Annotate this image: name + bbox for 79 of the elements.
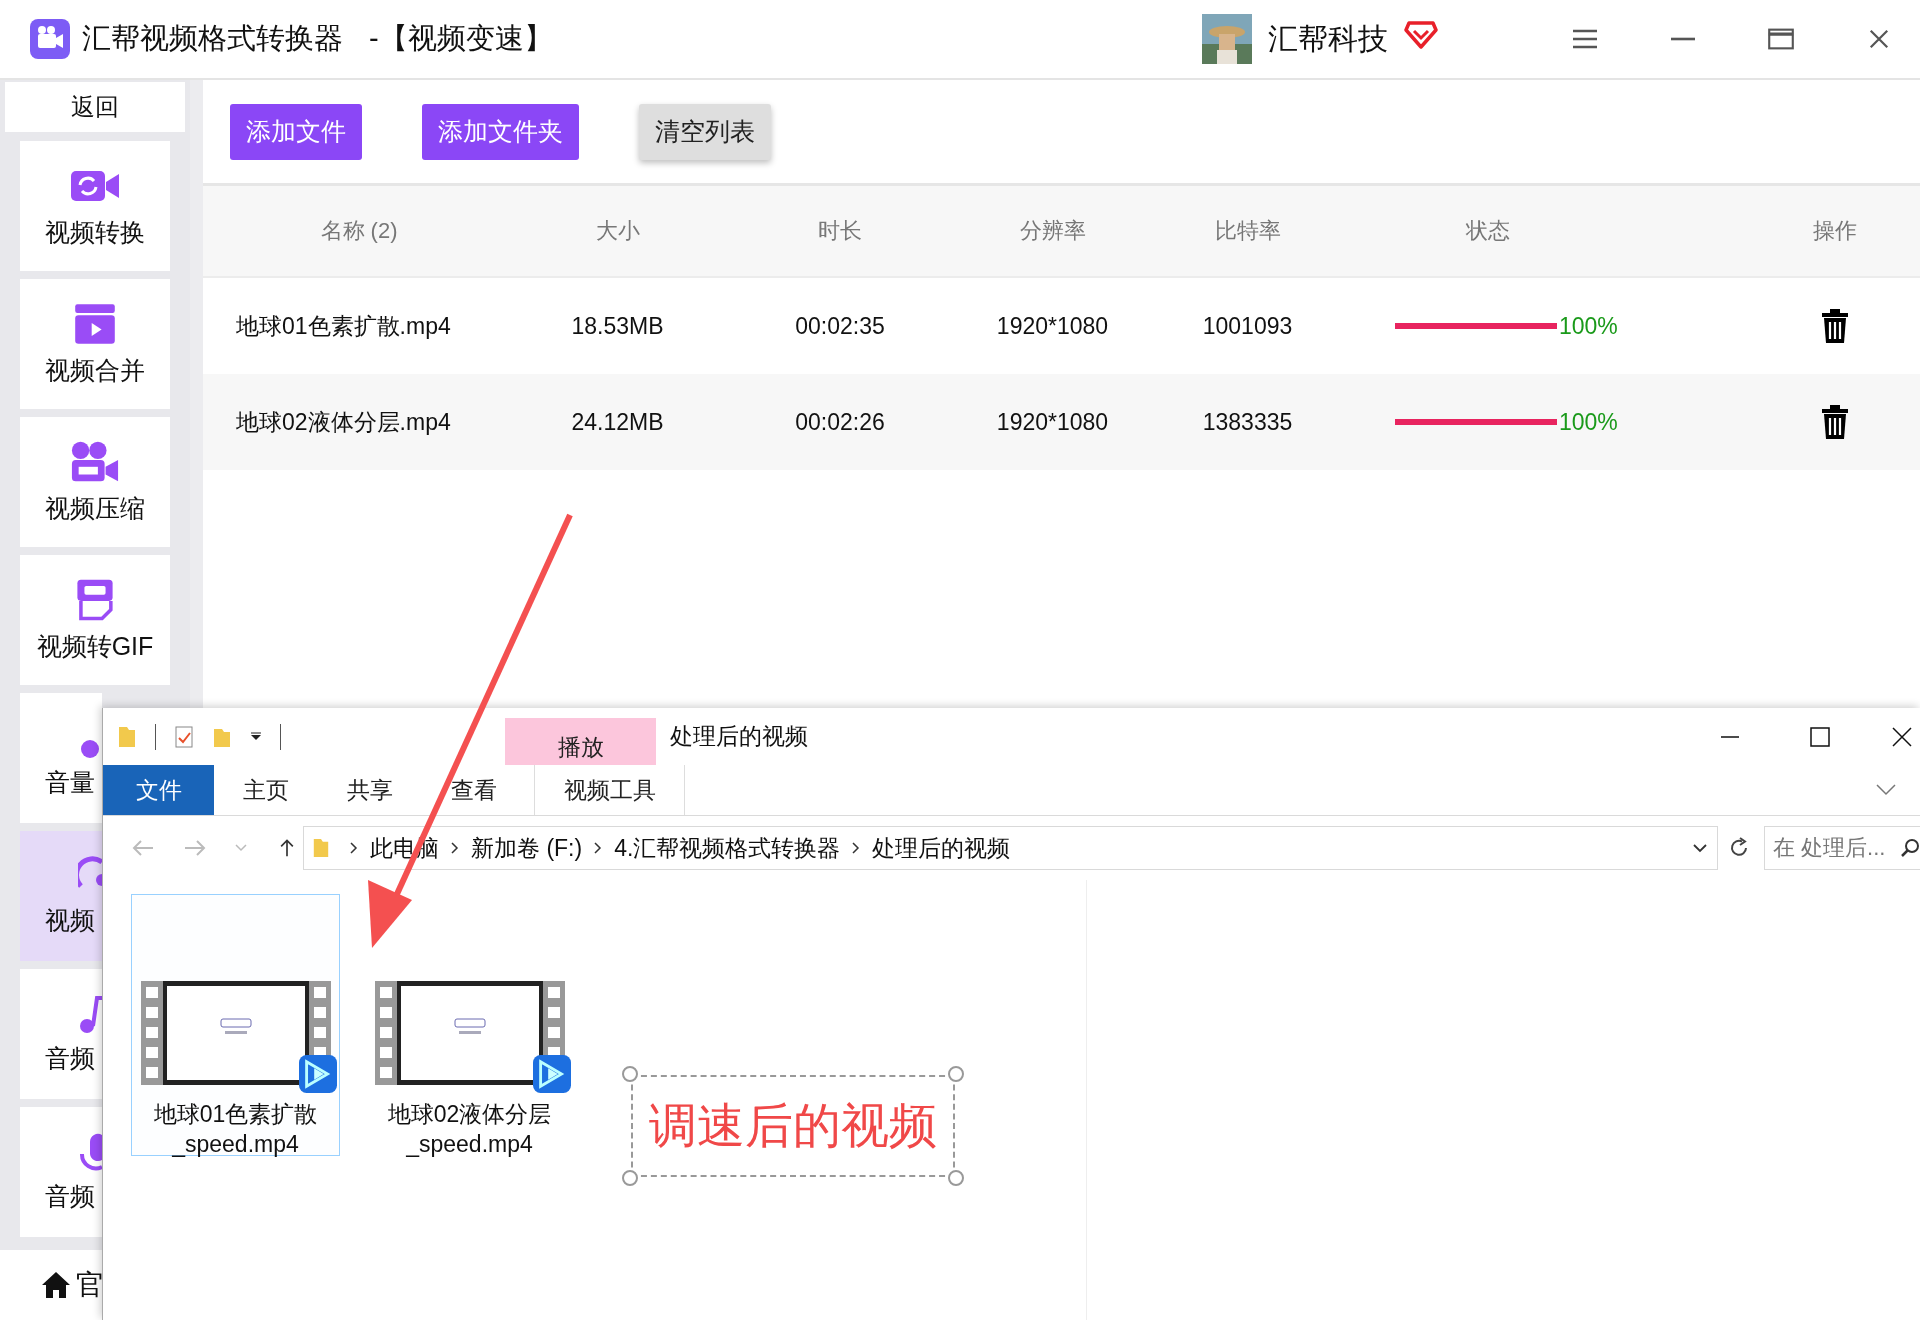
search-field[interactable]: 在 处理后...	[1764, 826, 1920, 870]
table-cell-text: 24.12MB	[570, 408, 665, 436]
column-header: 操作	[1811, 217, 1858, 245]
column-header: 时长	[817, 217, 863, 245]
sidebar-item[interactable]: 视频	[20, 831, 102, 961]
table-cell-text: 地球02液体分层.mp4	[235, 407, 452, 437]
maximize-icon[interactable]	[1768, 28, 1794, 50]
back-button[interactable]: 返回	[5, 82, 185, 132]
window-subtitle: -【视频变速】	[369, 21, 553, 56]
video-thumbnail-icon	[140, 981, 331, 1085]
toolbar-button[interactable]: 添加文件夹	[422, 103, 579, 160]
table-cell-text: 1001093	[1201, 312, 1294, 340]
breadcrumb[interactable]: 4.汇帮视频格式转换器	[614, 832, 841, 864]
movie-camera-icon	[70, 439, 120, 484]
table-cell-text: 1383335	[1201, 408, 1294, 436]
breadcrumb[interactable]: 新加卷 (F:)	[471, 832, 583, 864]
table-cell-text: 00:02:35	[794, 312, 886, 340]
file-item[interactable]: 地球02液体分层 _speed.mp4	[365, 894, 574, 1156]
sidebar-item[interactable]: 音量	[20, 693, 102, 823]
ribbon-tab[interactable]: 查看	[422, 765, 526, 815]
annotation-text: 调速后的视频	[649, 1098, 937, 1154]
toolbar-button[interactable]: 添加文件	[230, 103, 362, 160]
sidebar-item[interactable]: 视频转GIF	[20, 555, 170, 685]
context-tab-header: 播放	[505, 718, 656, 765]
folder-icon	[312, 837, 330, 859]
table-cell-text: 00:02:26	[794, 408, 886, 436]
close-icon[interactable]	[1892, 726, 1912, 747]
progress-text: 100%	[1559, 408, 1618, 436]
home-link[interactable]: 官	[76, 1266, 104, 1304]
properties-icon[interactable]	[174, 724, 194, 749]
chevron-right-icon	[451, 842, 459, 854]
resize-handle[interactable]	[622, 1066, 638, 1082]
chevron-down-icon[interactable]	[1693, 843, 1707, 853]
app-logo-icon	[30, 19, 70, 59]
home-icon	[40, 1270, 72, 1300]
chevron-right-icon	[594, 842, 603, 854]
sidebar-item[interactable]: 视频合并	[20, 279, 170, 409]
file-item[interactable]: 地球01色素扩散 _speed.mp4	[131, 894, 340, 1156]
table-cell-text: 18.53MB	[570, 312, 665, 340]
toolbar-button[interactable]: 清空列表	[639, 103, 771, 160]
table-cell-text: 1920*1080	[995, 312, 1110, 340]
trash-icon[interactable]	[1820, 309, 1849, 343]
resize-handle[interactable]	[622, 1170, 638, 1186]
window-title: 处理后的视频	[670, 722, 808, 751]
column-header: 名称 (2)	[319, 217, 399, 245]
menu-icon[interactable]	[1572, 28, 1598, 50]
play-badge-icon	[298, 1055, 337, 1093]
window-title: 汇帮视频格式转换器	[82, 21, 343, 56]
refresh-icon[interactable]	[1728, 837, 1750, 859]
chevron-right-icon	[852, 842, 861, 854]
sidebar-item[interactable]: 音频	[20, 1107, 102, 1237]
file-name: 地球01色素扩散 _speed.mp4	[153, 1100, 318, 1159]
column-header: 状态	[1464, 217, 1511, 245]
trash-icon[interactable]	[1820, 405, 1849, 439]
column-header: 分辨率	[1018, 217, 1087, 245]
table-cell-text: 地球01色素扩散.mp4	[235, 311, 452, 341]
sidebar-item[interactable]: 视频转换	[20, 141, 170, 271]
video-thumbnail-icon	[374, 981, 565, 1085]
column-header: 比特率	[1213, 217, 1282, 245]
breadcrumb[interactable]: 处理后的视频	[872, 832, 1011, 864]
ribbon-tab[interactable]: 主页	[214, 765, 318, 815]
ribbon-tab[interactable]: 视频工具	[534, 765, 685, 815]
ribbon-tab[interactable]: 文件	[103, 765, 214, 815]
resize-handle[interactable]	[948, 1066, 964, 1082]
chevron-right-icon	[350, 842, 358, 854]
sidebar-item[interactable]: 视频压缩	[20, 417, 170, 547]
play-badge-icon	[532, 1055, 571, 1093]
resize-handle[interactable]	[948, 1170, 964, 1186]
column-header: 大小	[594, 217, 641, 245]
table-cell-text: 1920*1080	[995, 408, 1110, 436]
progress-text: 100%	[1559, 312, 1618, 340]
microphone-icon	[78, 1131, 102, 1172]
ribbon-tab[interactable]: 共享	[318, 765, 422, 815]
diamond-icon[interactable]	[1404, 20, 1438, 50]
maximize-icon[interactable]	[1810, 726, 1830, 747]
sidebar-item[interactable]: 音频	[20, 969, 102, 1099]
dropdown-icon[interactable]	[250, 730, 262, 743]
account-name[interactable]: 汇帮科技	[1268, 18, 1388, 60]
file-name: 地球02液体分层 _speed.mp4	[387, 1100, 552, 1159]
